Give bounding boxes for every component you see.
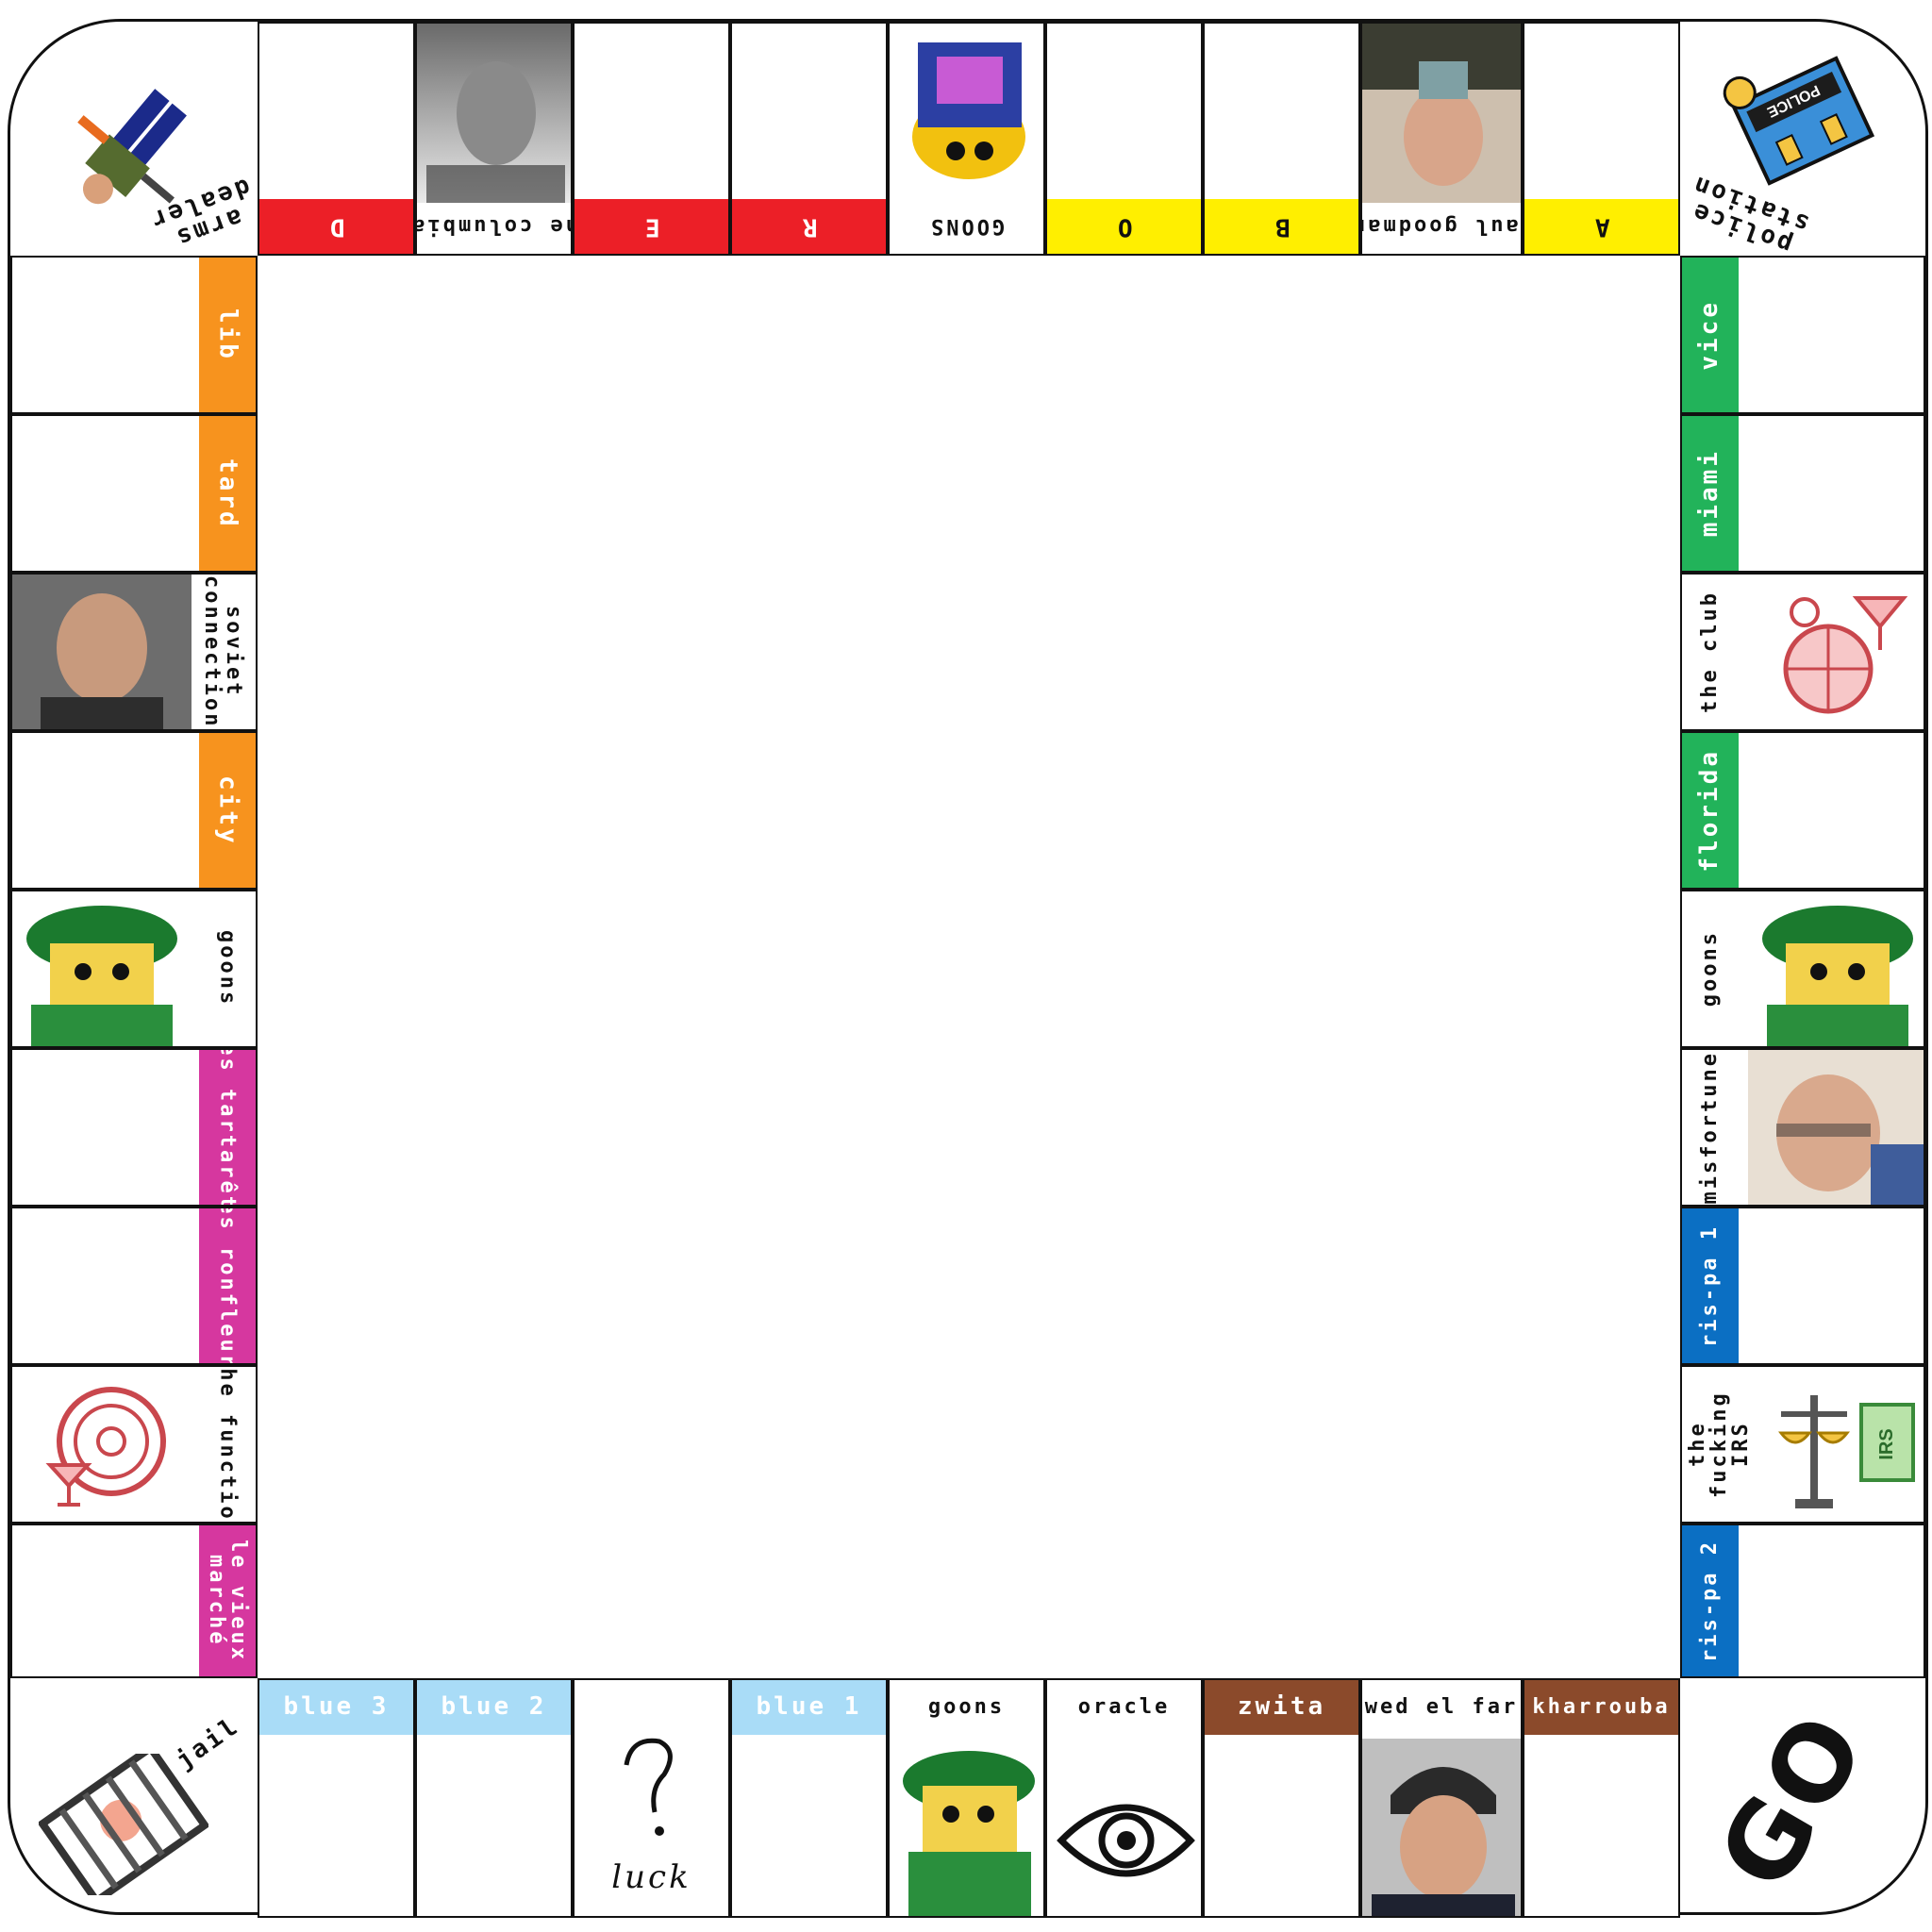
space-blue-2[interactable]: blue 2 (415, 1678, 573, 1918)
color-band-yellow: O (1047, 199, 1201, 254)
the-columbian-label: the columbian (417, 214, 571, 239)
goons-icon (1762, 906, 1913, 1046)
goons-icon (903, 1751, 1035, 1916)
disco-ball-icon (1783, 596, 1908, 714)
space-a[interactable]: A (1523, 22, 1680, 256)
color-band-red: D (259, 199, 413, 254)
space-blue-3[interactable]: blue 3 (258, 1678, 415, 1918)
corner-arms-dealer[interactable]: arms dealer (10, 22, 258, 256)
the-function-label: the function (215, 1365, 240, 1524)
space-d[interactable]: D (258, 22, 415, 256)
space-ris-pa-2[interactable]: ris-pa 2 (1680, 1524, 1925, 1678)
color-band-orange: lib (199, 258, 256, 412)
color-band-brown: zwita (1205, 1680, 1358, 1735)
the-club-label: the club (1698, 591, 1723, 713)
vinyl-cocktail-icon (45, 1387, 166, 1507)
scales-irs-icon: IRS (1777, 1395, 1915, 1508)
space-lib[interactable]: lib (10, 256, 258, 414)
space-florida[interactable]: florida (1680, 731, 1925, 890)
space-tard[interactable]: tard (10, 414, 258, 573)
color-band-red: R (732, 199, 886, 254)
goons-label: goons (215, 930, 240, 1008)
go-label: GO (1694, 1691, 1890, 1909)
monopoly-board: arms dealer POLICE police station jail G… (8, 19, 1928, 1918)
misfortune-portrait (1748, 1050, 1924, 1205)
color-band-orange: city (199, 733, 256, 888)
color-band-blue: ris-pa 1 (1682, 1208, 1739, 1363)
space-the-function[interactable]: the function (10, 1365, 258, 1524)
misfortune-label: misfortune (1698, 1050, 1723, 1205)
space-the-club[interactable]: the club (1680, 573, 1925, 731)
space-oracle[interactable]: oracle (1045, 1678, 1203, 1918)
question-mark-icon (624, 1738, 673, 1836)
space-o[interactable]: O (1045, 22, 1203, 256)
space-le-vieux-marche[interactable]: le vieux marché (10, 1524, 258, 1678)
jail-icon (39, 1754, 208, 1895)
space-saul-goodman[interactable]: saul goodman (1360, 22, 1523, 256)
color-band-light-blue: blue 3 (259, 1680, 413, 1735)
corner-jail[interactable]: jail (10, 1678, 258, 1918)
space-kharrouba[interactable]: kharrouba (1523, 1678, 1680, 1918)
space-blue-1[interactable]: blue 1 (730, 1678, 888, 1918)
color-band-green: florida (1682, 733, 1739, 888)
wed-el-far-label: wed el far (1364, 1695, 1519, 1720)
the-fucking-irs-label: the fucking IRS (1686, 1391, 1754, 1498)
irs-sign-text: IRS (1876, 1428, 1897, 1459)
space-goons-top[interactable]: GOONS (888, 22, 1045, 256)
space-goons-left[interactable]: goons (10, 890, 258, 1048)
color-band-green: miami (1682, 416, 1739, 571)
goons-icon (912, 42, 1025, 179)
space-wed-el-far[interactable]: wed el far (1360, 1678, 1523, 1918)
saul-goodman-label: saul goodman (1362, 214, 1521, 239)
space-luck[interactable]: luck (573, 1678, 730, 1918)
space-les-tartarets[interactable]: les tartarêts (10, 1048, 258, 1207)
color-band-light-blue: blue 1 (732, 1680, 886, 1735)
space-zwita[interactable]: zwita (1203, 1678, 1360, 1918)
color-band-brown: kharrouba (1524, 1680, 1678, 1735)
goons-label: GOONS (927, 214, 1006, 239)
space-goons-bottom[interactable]: goons (888, 1678, 1045, 1918)
goons-label: goons (1698, 930, 1723, 1008)
space-the-columbian[interactable]: the columbian (415, 22, 573, 256)
space-les-ronfleurs[interactable]: les ronfleurs (10, 1207, 258, 1365)
space-ris-pa-1[interactable]: ris-pa 1 (1680, 1207, 1925, 1365)
space-e[interactable]: E (573, 22, 730, 256)
space-soviet-connection[interactable]: soviet connection (10, 573, 258, 731)
color-band-pink: les ronfleurs (199, 1208, 256, 1363)
saul-goodman-portrait (1362, 24, 1521, 203)
color-band-orange: tard (199, 416, 256, 571)
corner-go[interactable]: GO (1680, 1678, 1925, 1918)
space-miami[interactable]: miami (1680, 414, 1925, 573)
soviet-connection-label: soviet connection (200, 575, 246, 729)
space-goons-right[interactable]: goons (1680, 890, 1925, 1048)
space-vice[interactable]: vice (1680, 256, 1925, 414)
color-band-yellow: A (1524, 199, 1678, 254)
space-b[interactable]: B (1203, 22, 1360, 256)
soviet-connection-portrait (12, 575, 192, 729)
color-band-green: vice (1682, 258, 1739, 412)
space-city[interactable]: city (10, 731, 258, 890)
wed-el-far-portrait (1362, 1739, 1521, 1916)
color-band-pink: le vieux marché (199, 1525, 256, 1676)
space-the-fucking-irs[interactable]: the fucking IRS IRS (1680, 1365, 1925, 1524)
goons-label: goons (927, 1695, 1006, 1720)
color-band-light-blue: blue 2 (417, 1680, 571, 1735)
goons-icon (26, 906, 177, 1046)
eye-icon (1057, 1804, 1195, 1877)
color-band-pink: les tartarêts (199, 1050, 256, 1205)
space-r[interactable]: R (730, 22, 888, 256)
luck-label: luck (611, 1858, 691, 1897)
oracle-label: oracle (1077, 1695, 1171, 1720)
corner-police-station[interactable]: POLICE police station (1680, 22, 1925, 256)
space-misfortune[interactable]: misfortune (1680, 1048, 1925, 1207)
color-band-yellow: B (1205, 199, 1358, 254)
color-band-blue: ris-pa 2 (1682, 1525, 1739, 1676)
color-band-red: E (575, 199, 728, 254)
the-columbian-portrait (417, 24, 571, 203)
